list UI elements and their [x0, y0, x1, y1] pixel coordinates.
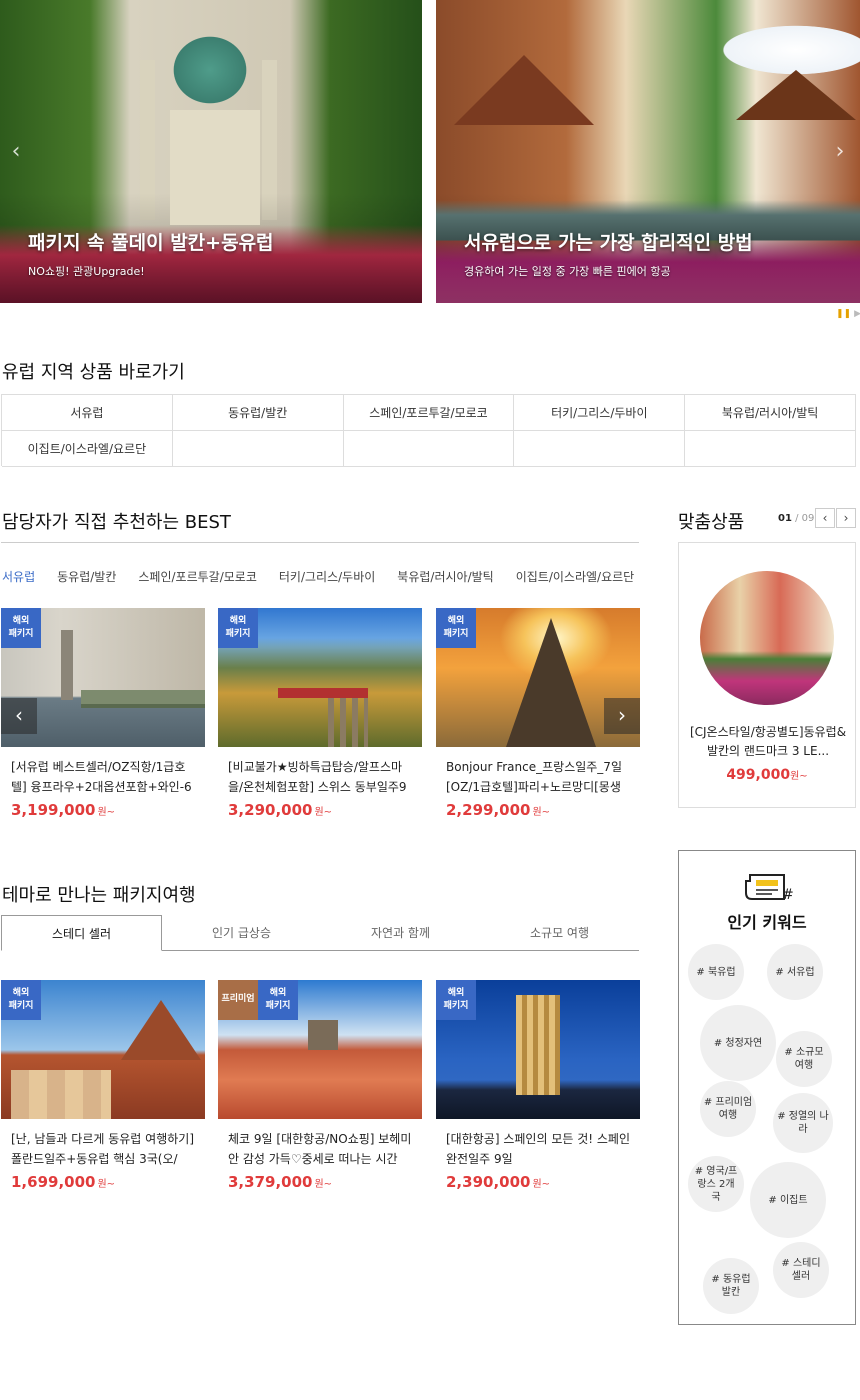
svg-text:#: # — [782, 887, 794, 903]
keyword-tag[interactable]: # 북유럽 — [688, 944, 744, 1000]
region-empty-cell — [172, 431, 344, 467]
product-card[interactable]: 해외 패키지 › Bonjour France_프랑스일주_7일[OZ/1급호텔… — [436, 608, 640, 819]
product-name[interactable]: [난, 남들과 다르게 동유럽 여행하기] 폴란드일주+동유럽 핵심 3국(오/… — [1, 1129, 205, 1169]
carousel-prev-icon[interactable]: ‹ — [1, 698, 37, 734]
custom-product-image[interactable] — [700, 571, 834, 705]
product-image[interactable]: 해외 패키지 — [436, 980, 640, 1119]
tab-north-europe[interactable]: 북유럽/러시아/발틱 — [397, 568, 493, 585]
product-image[interactable]: 해외 패키지 — [1, 980, 205, 1119]
keywords-title: 인기 키워드 — [727, 913, 807, 932]
hero-slide-title: 패키지 속 풀데이 발칸+동유럽 — [28, 232, 274, 254]
tab-turkey[interactable]: 터키/그리스/두바이 — [279, 568, 375, 585]
region-empty-cell — [514, 431, 686, 467]
theme-section-title: 테마로 만나는 패키지여행 — [2, 885, 196, 906]
overseas-package-badge: 해외 패키지 — [1, 980, 41, 1020]
keyword-tag[interactable]: # 스테디셀러 — [773, 1242, 829, 1298]
overseas-package-badge: 해외 패키지 — [436, 980, 476, 1020]
product-price: 3,290,000 원~ — [228, 801, 333, 819]
divider — [1, 542, 639, 543]
region-link[interactable]: 동유럽/발칸 — [172, 395, 344, 431]
tab-small-group[interactable]: 소규모 여행 — [480, 915, 639, 950]
overseas-package-badge: 해외 패키지 — [218, 608, 258, 648]
product-image[interactable]: 해외 패키지 — [218, 608, 422, 747]
keyword-tag[interactable]: # 동유럽 발칸 — [703, 1258, 759, 1314]
custom-product-card[interactable]: [CJ온스타일/항공별도]동유럽&발칸의 랜드마크 3 LE... 499,00… — [678, 542, 856, 808]
region-link[interactable]: 터키/그리스/두바이 — [514, 395, 686, 431]
region-grid: 서유럽 동유럽/발칸 스페인/포르투갈/모로코 터키/그리스/두바이 북유럽/러… — [1, 394, 856, 467]
region-empty-cell — [685, 431, 856, 467]
product-price: 3,379,000 원~ — [228, 1173, 333, 1191]
keyword-tag[interactable]: # 청정자연 — [700, 1005, 776, 1081]
product-name[interactable]: [대한항공] 스페인의 모든 것! 스페인 완전일주 9일 — [436, 1129, 640, 1169]
hero-next-icon[interactable]: › — [830, 140, 850, 166]
keyword-tag[interactable]: # 정열의 나라 — [773, 1093, 833, 1153]
keyword-tag[interactable]: # 서유럽 — [767, 944, 823, 1000]
product-card[interactable]: 해외 패키지 [비교불가★빙하특급탑승/알프스마을/온천체험포함] 스위스 동부… — [218, 608, 422, 819]
product-card[interactable]: 해외 패키지 [대한항공] 스페인의 모든 것! 스페인 완전일주 9일 2,3… — [436, 980, 640, 1191]
product-price: 1,699,000 원~ — [11, 1173, 116, 1191]
keyword-tag[interactable]: # 영국/프랑스 2개국 — [688, 1156, 744, 1212]
product-price: 2,390,000 원~ — [446, 1173, 551, 1191]
product-card[interactable]: 해외 패키지 ‹ [서유럽 베스트셀러/OZ직항/1급호텔] 융프라우+2대옵션… — [1, 608, 205, 819]
custom-section-title: 맞춤상품 — [678, 512, 745, 533]
hero-controls: ❚❚ ▶ — [836, 309, 860, 319]
product-name[interactable]: 체코 9일 [대한항공/NO쇼핑] 보헤미안 감성 가득♡중세로 떠나는 시간 … — [218, 1129, 422, 1169]
tab-spain[interactable]: 스페인/포르투갈/모로코 — [138, 568, 257, 585]
region-section-title: 유럽 지역 상품 바로가기 — [2, 362, 185, 383]
product-image[interactable]: 해외 패키지 › — [436, 608, 640, 747]
hero-slide-subtitle: 경유하여 가는 일정 중 가장 빠른 핀에어 항공 — [464, 265, 671, 278]
tab-trending[interactable]: 인기 급상승 — [162, 915, 321, 950]
region-link[interactable]: 북유럽/러시아/발틱 — [685, 395, 856, 431]
hero-slide-2[interactable]: 서유럽으로 가는 가장 합리적인 방법 경유하여 가는 일정 중 가장 빠른 핀… — [436, 0, 860, 303]
product-price: 3,199,000 원~ — [11, 801, 116, 819]
best-section-title: 담당자가 직접 추천하는 BEST — [2, 512, 231, 533]
theme-tabs: 스테디 셀러 인기 급상승 자연과 함께 소규모 여행 — [1, 915, 639, 951]
hero-prev-icon[interactable]: ‹ — [6, 140, 26, 166]
product-price: 2,299,000 원~ — [446, 801, 551, 819]
keyword-tag[interactable]: # 소규모 여행 — [776, 1031, 832, 1087]
region-link[interactable]: 이집트/이스라엘/요르단 — [2, 431, 173, 467]
custom-product-price: 499,000원~ — [726, 767, 808, 783]
custom-prev-button[interactable]: ‹ — [815, 508, 835, 528]
hero-slide-1[interactable]: 패키지 속 풀데이 발칸+동유럽 NO쇼핑! 관광Upgrade! — [0, 0, 422, 303]
custom-pager: 01 / 09 — [778, 513, 815, 524]
product-name[interactable]: [비교불가★빙하특급탑승/알프스마을/온천체험포함] 스위스 동부일주9일 — [218, 757, 422, 797]
region-link[interactable]: 스페인/포르투갈/모로코 — [343, 395, 515, 431]
region-empty-cell — [343, 431, 515, 467]
region-link[interactable]: 서유럽 — [2, 395, 173, 431]
product-name[interactable]: [서유럽 베스트셀러/OZ직항/1급호텔] 융프라우+2대옵션포함+와인-6국1… — [1, 757, 205, 797]
tab-nature[interactable]: 자연과 함께 — [321, 915, 480, 950]
tab-egypt[interactable]: 이집트/이스라엘/요르단 — [516, 568, 635, 585]
product-image[interactable]: 프리미엄 해외 패키지 — [218, 980, 422, 1119]
keyword-tag[interactable]: # 프리미엄 여행 — [700, 1081, 756, 1137]
overseas-package-badge: 해외 패키지 — [1, 608, 41, 648]
best-tabs: 서유럽 동유럽/발칸 스페인/포르투갈/모로코 터키/그리스/두바이 북유럽/러… — [2, 568, 656, 585]
product-card[interactable]: 해외 패키지 [난, 남들과 다르게 동유럽 여행하기] 폴란드일주+동유럽 핵… — [1, 980, 205, 1191]
overseas-package-badge: 해외 패키지 — [436, 608, 476, 648]
premium-badge: 프리미엄 — [218, 980, 258, 1020]
product-image[interactable]: 해외 패키지 ‹ — [1, 608, 205, 747]
pause-icon[interactable]: ❚❚ — [836, 309, 851, 319]
tab-west-europe[interactable]: 서유럽 — [2, 568, 35, 585]
overseas-package-badge: 해외 패키지 — [258, 980, 298, 1020]
popular-keywords-box: # 인기 키워드 # 북유럽 # 서유럽 # 청정자연 # 소규모 여행 # 프… — [678, 850, 856, 1325]
product-card[interactable]: 프리미엄 해외 패키지 체코 9일 [대한항공/NO쇼핑] 보헤미안 감성 가득… — [218, 980, 422, 1191]
newspaper-hashtag-icon: # — [745, 874, 794, 903]
product-name[interactable]: Bonjour France_프랑스일주_7일[OZ/1급호텔]파리+노르망디[… — [436, 757, 640, 797]
hero-slide-title: 서유럽으로 가는 가장 합리적인 방법 — [464, 232, 753, 254]
hero-slide-subtitle: NO쇼핑! 관광Upgrade! — [28, 265, 145, 278]
tab-east-europe[interactable]: 동유럽/발칸 — [57, 568, 116, 585]
play-icon[interactable]: ▶ — [854, 309, 860, 319]
keyword-tag[interactable]: # 이집트 — [750, 1162, 826, 1238]
custom-next-button[interactable]: › — [836, 508, 856, 528]
tab-steady-seller[interactable]: 스테디 셀러 — [1, 915, 162, 951]
carousel-next-icon[interactable]: › — [604, 698, 640, 734]
custom-product-name[interactable]: [CJ온스타일/항공별도]동유럽&발칸의 랜드마크 3 LE... — [689, 723, 847, 761]
hero-carousel: 패키지 속 풀데이 발칸+동유럽 NO쇼핑! 관광Upgrade! 서유럽으로 … — [0, 0, 860, 319]
